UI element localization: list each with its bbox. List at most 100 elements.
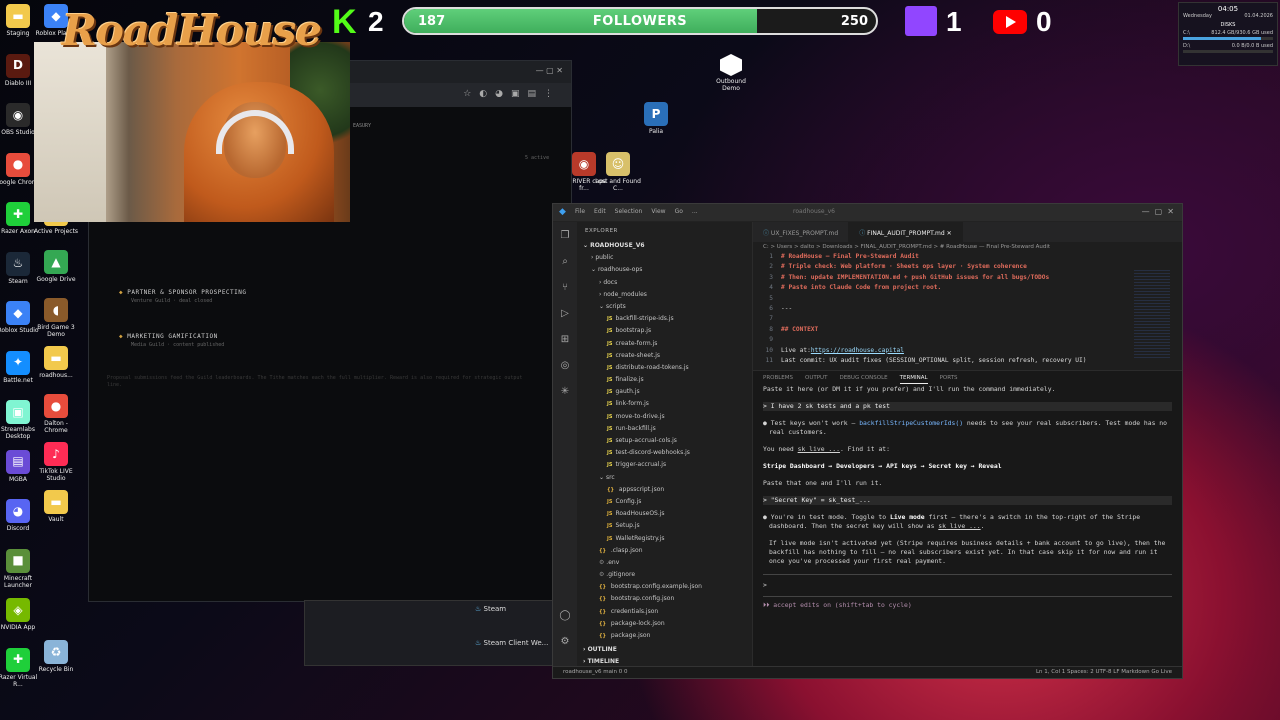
desktop-icon[interactable]: ♻ Recycle Bin [32, 640, 80, 673]
tree-item[interactable]: {} .clasp.json [583, 545, 752, 557]
tree-item[interactable]: JS finalize.js [583, 374, 752, 386]
section-marketing[interactable]: ◆ MARKETING GAMIFICATION Media Guild · c… [119, 333, 224, 348]
menu-item[interactable]: ... [692, 208, 698, 215]
panel-tab[interactable]: PORTS [940, 375, 958, 381]
drive-d-bar [1183, 50, 1273, 53]
claude-icon[interactable]: ✳ [559, 386, 571, 398]
terminal-line: Paste it here (or DM it if you prefer) a… [763, 385, 1056, 393]
tree-item[interactable]: ⚙ .gitignore [583, 569, 752, 581]
tree-item[interactable]: JS Config.js [583, 496, 752, 508]
popup-item-steam-client[interactable]: ♨ Steam Client We... [475, 639, 548, 647]
menu-item[interactable]: File [575, 208, 585, 215]
menu-item[interactable]: Edit [594, 208, 606, 215]
window-controls[interactable]: — ▢ ✕ [536, 66, 563, 75]
tree-item[interactable]: JS Setup.js [583, 520, 752, 532]
search-icon[interactable]: ⌕ [559, 256, 571, 268]
tree-item[interactable]: ⌄ src [583, 472, 752, 484]
menu-item[interactable]: Selection [615, 208, 643, 215]
tree-item[interactable]: {} bootstrap.config.example.json [583, 581, 752, 593]
tree-item[interactable]: {} credentials.json [583, 606, 752, 618]
tree-item[interactable]: JS backfill-stripe-ids.js [583, 313, 752, 325]
desktop-icon[interactable]: ◈ NVIDIA App [0, 598, 42, 631]
panel-tabs[interactable]: PROBLEMS OUTPUT DEBUG CONSOLE TERMINAL PORTS [753, 371, 1182, 385]
panel-tab[interactable]: TERMINAL [899, 375, 928, 384]
prompt-input[interactable]: > [763, 574, 1172, 590]
tree-item[interactable]: ⌄ roadhouse-ops [583, 264, 752, 276]
desktop-icon-palia[interactable]: P Palia [632, 102, 680, 135]
tree-item[interactable]: JS RoadHouseOS.js [583, 508, 752, 520]
desktop-icon[interactable]: ● Dalton - Chrome [32, 394, 80, 434]
section-partner-sponsor[interactable]: ◆ PARTNER & SPONSOR PROSPECTING Venture … [119, 289, 247, 304]
tree-item[interactable]: {} appsscript.json [583, 484, 752, 496]
editor-area[interactable]: ⓘ UX_FIXES_PROMPT.md ⓘ FINAL_AUDIT_PROMP… [753, 222, 1182, 370]
tree-item[interactable]: {} package.json [583, 630, 752, 642]
breadcrumb[interactable]: C: > Users > dalto > Downloads > FINAL_A… [753, 242, 1182, 252]
explorer-icon[interactable]: ❐ [559, 230, 571, 242]
panel-tab[interactable]: DEBUG CONSOLE [839, 375, 887, 381]
close-icon[interactable]: ✕ [947, 230, 952, 237]
menu-item[interactable]: View [651, 208, 665, 215]
run-debug-icon[interactable]: ▷ [559, 308, 571, 320]
tree-item[interactable]: › node_modules [583, 289, 752, 301]
vscode-window[interactable]: ◆ File Edit Selection View Go... roadhouse_v… [552, 203, 1183, 679]
source-control-icon[interactable]: ⑂ [559, 282, 571, 294]
command-center-search[interactable]: roadhouse_v6 [793, 208, 835, 215]
extensions-icon[interactable]: ⊞ [559, 334, 571, 346]
tree-item[interactable]: JS create-form.js [583, 338, 752, 350]
tree-item[interactable]: › docs [583, 277, 752, 289]
tree-item[interactable]: JS setup-accrual-cols.js [583, 435, 752, 447]
desktop-icon[interactable]: ▬ roadhous... [32, 346, 80, 379]
minimap[interactable] [1134, 270, 1170, 360]
status-left[interactable]: roadhouse_v6 main 0 0 [563, 669, 627, 676]
project-root[interactable]: ⌄ ROADHOUSE_V6 [583, 240, 752, 252]
activity-bar[interactable]: ❐ ⌕ ⑂ ▷ ⊞ ◎ ✳ ◯ ⚙ [553, 222, 577, 666]
code-view[interactable]: 1 # RoadHouse — Final Pre-Steward Audit 2 #… [753, 252, 1182, 366]
webcam-door [34, 42, 106, 222]
tab-ux-fixes[interactable]: ⓘ UX_FIXES_PROMPT.md [753, 222, 850, 242]
tree-item[interactable]: JS run-backfill.js [583, 423, 752, 435]
tree-item[interactable]: › public [583, 252, 752, 264]
tree-item[interactable]: ⚙ .env [583, 557, 752, 569]
desktop-icon-outbound-demo[interactable]: Outbound Demo [712, 54, 750, 92]
tree-item[interactable]: JS link-form.js [583, 398, 752, 410]
tree-item[interactable]: JS bootstrap.js [583, 325, 752, 337]
vscode-menu[interactable]: File Edit Selection View Go... [575, 208, 707, 215]
desktop-icon-lost-and-found[interactable]: ☺ Lost and Found C... [594, 152, 642, 192]
desktop-icon[interactable]: ■ Minecraft Launcher [0, 548, 42, 589]
tree-item[interactable]: JS test-discord-webhooks.js [583, 447, 752, 459]
tree-item[interactable]: JS distribute-road-tokens.js [583, 362, 752, 374]
tree-item[interactable]: JS WalletRegistry.js [583, 533, 752, 545]
tree-item[interactable]: {} bootstrap.config.json [583, 593, 752, 605]
code-link[interactable]: https://roadhouse.capital [811, 346, 904, 356]
menu-item[interactable]: Go [675, 208, 683, 215]
desktop-icon[interactable]: ▬ Vault [32, 490, 80, 523]
tree-item[interactable]: JS create-sheet.js [583, 350, 752, 362]
tree-item[interactable]: JS gauth.js [583, 386, 752, 398]
tree-item[interactable]: {} package-lock.json [583, 618, 752, 630]
vscode-titlebar[interactable]: ◆ File Edit Selection View Go... roadhouse_v… [553, 204, 1182, 222]
status-right[interactable]: Ln 1, Col 1 Spaces: 2 UTF-8 LF Markdown … [1036, 669, 1172, 676]
terminal[interactable]: Paste it here (or DM it if you prefer) a… [753, 385, 1182, 610]
extension-icons[interactable]: ☆◐◕▣▤⋮ [463, 89, 561, 99]
clock-time: 04:05 [1217, 5, 1239, 13]
editor-tabs[interactable]: ⓘ UX_FIXES_PROMPT.md ⓘ FINAL_AUDIT_PROMP… [753, 222, 1182, 242]
taskbar-popup[interactable]: ♨ Steam ♨ Steam Client We... [304, 600, 554, 666]
desktop-icon[interactable]: ♪ TikTok LIVE Studio [32, 442, 80, 482]
tree-item[interactable]: JS trigger-accrual.js [583, 459, 752, 471]
remote-icon[interactable]: ◎ [559, 360, 571, 372]
panel-tab[interactable]: OUTPUT [805, 375, 827, 381]
explorer-panel[interactable]: EXPLORER ⌄ ROADHOUSE_V6 › public ⌄ roadho… [577, 222, 753, 666]
panel-tab[interactable]: PROBLEMS [763, 375, 793, 381]
desktop-icon[interactable]: ◖ Bird Game 3 Demo [32, 298, 80, 338]
tree-item[interactable]: ⌄ scripts [583, 301, 752, 313]
window-controls[interactable]: — ▢ ✕ [1142, 207, 1174, 216]
bottom-panel[interactable]: PROBLEMS OUTPUT DEBUG CONSOLE TERMINAL PORTS… [753, 370, 1182, 666]
gear-icon[interactable]: ⚙ [559, 636, 571, 648]
popup-item-steam[interactable]: ♨ Steam [475, 605, 506, 613]
tree-item[interactable]: JS move-to-drive.js [583, 411, 752, 423]
tab-final-audit[interactable]: ⓘ FINAL_AUDIT_PROMPT.md ✕ [849, 222, 963, 242]
outline-section[interactable]: › OUTLINE [583, 644, 752, 656]
desktop-icon[interactable]: ▲ Google Drive [32, 250, 80, 283]
status-bar[interactable]: roadhouse_v6 main 0 0 Ln 1, Col 1 Spaces… [553, 666, 1182, 678]
account-icon[interactable]: ◯ [559, 610, 571, 622]
